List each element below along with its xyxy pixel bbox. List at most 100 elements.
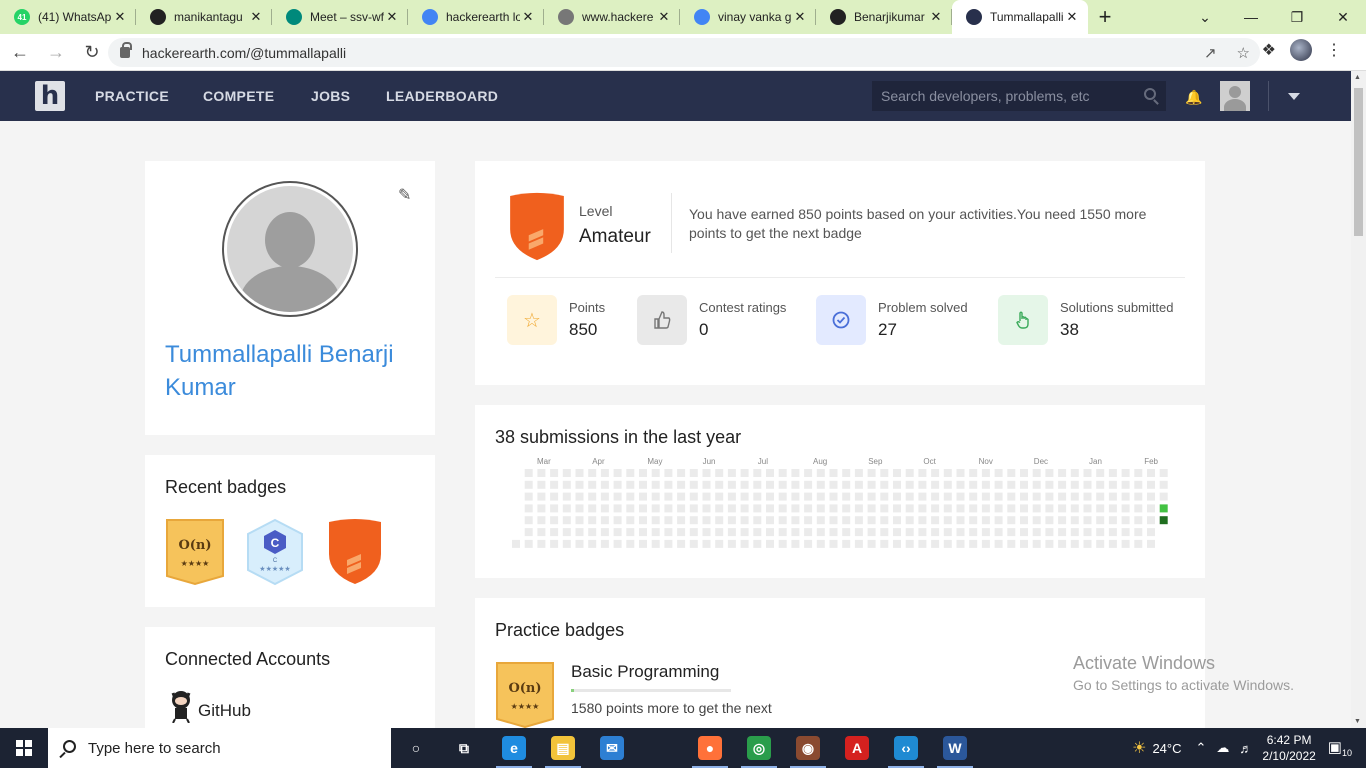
heatmap-cell[interactable] bbox=[715, 539, 724, 548]
heatmap-cell[interactable] bbox=[1020, 539, 1028, 548]
browser-tab[interactable]: Tummallapalli ✕ bbox=[952, 0, 1088, 34]
weather-icon[interactable]: ☀ bbox=[1132, 738, 1146, 758]
heatmap-cell[interactable] bbox=[1096, 539, 1105, 548]
heatmap-cell[interactable] bbox=[702, 528, 711, 537]
heatmap-cell[interactable] bbox=[702, 469, 711, 477]
heatmap-cell[interactable] bbox=[753, 504, 762, 513]
heatmap-cell[interactable] bbox=[943, 528, 952, 537]
heatmap-cell[interactable] bbox=[550, 516, 559, 525]
profile-avatar[interactable] bbox=[1290, 39, 1312, 61]
heatmap-cell[interactable] bbox=[1121, 539, 1130, 548]
heatmap-cell[interactable] bbox=[651, 469, 660, 477]
network-icon[interactable]: ☁ bbox=[1216, 740, 1229, 756]
heatmap-cell[interactable] bbox=[562, 480, 571, 489]
weather-temp[interactable]: 24°C bbox=[1152, 741, 1181, 756]
heatmap-cell[interactable] bbox=[893, 528, 901, 537]
heatmap-cell[interactable] bbox=[1032, 539, 1041, 548]
heatmap-cell[interactable] bbox=[600, 469, 609, 477]
heatmap-cell[interactable] bbox=[1147, 492, 1155, 501]
heatmap-cell[interactable] bbox=[994, 528, 1003, 537]
heatmap-cell[interactable] bbox=[702, 492, 711, 501]
heatmap-cell[interactable] bbox=[1032, 528, 1041, 537]
heatmap-cell[interactable] bbox=[804, 516, 813, 525]
heatmap-cell[interactable] bbox=[613, 504, 622, 513]
heatmap-cell[interactable] bbox=[1045, 504, 1054, 513]
heatmap-cell[interactable] bbox=[854, 528, 863, 537]
browser-tab[interactable]: manikantagu ✕ bbox=[136, 0, 272, 34]
maximize-button[interactable]: ❐ bbox=[1274, 0, 1320, 34]
heatmap-cell[interactable] bbox=[981, 504, 990, 513]
heatmap-cell[interactable] bbox=[867, 504, 876, 513]
heatmap-cell[interactable] bbox=[626, 516, 635, 525]
heatmap-cell[interactable] bbox=[1083, 492, 1092, 501]
heatmap-cell[interactable] bbox=[1070, 504, 1079, 513]
heatmap-cell[interactable] bbox=[905, 516, 914, 525]
heatmap-cell[interactable] bbox=[562, 528, 571, 537]
heatmap-cell[interactable] bbox=[893, 492, 901, 501]
heatmap-cell[interactable] bbox=[1134, 504, 1143, 513]
heatmap-cell[interactable] bbox=[664, 492, 673, 501]
heatmap-cell[interactable] bbox=[524, 528, 533, 537]
tab-close-icon[interactable]: ✕ bbox=[792, 9, 808, 25]
edge-icon[interactable]: e bbox=[496, 736, 532, 768]
search-icon[interactable] bbox=[1144, 88, 1156, 100]
heatmap-cell[interactable] bbox=[1147, 504, 1155, 513]
profile-name[interactable]: Tummallapalli Benarji Kumar bbox=[165, 338, 425, 404]
heatmap-cell[interactable] bbox=[1058, 528, 1067, 537]
scroll-down-arrow-icon[interactable]: ▼ bbox=[1354, 718, 1361, 725]
heatmap-cell[interactable] bbox=[1058, 469, 1067, 477]
heatmap-cell[interactable] bbox=[943, 516, 952, 525]
heatmap-cell[interactable] bbox=[664, 516, 673, 525]
browser-tab[interactable]: Meet – ssv-wf ✕ bbox=[272, 0, 408, 34]
heatmap-cell[interactable] bbox=[1108, 539, 1117, 548]
heatmap-cell[interactable] bbox=[956, 528, 965, 537]
heatmap-cell[interactable] bbox=[740, 480, 749, 489]
heatmap-cell[interactable] bbox=[829, 480, 838, 489]
heatmap-cell[interactable] bbox=[626, 539, 635, 548]
heatmap-cell[interactable] bbox=[1083, 539, 1092, 548]
heatmap-cell[interactable] bbox=[994, 480, 1003, 489]
heatmap-cell[interactable] bbox=[1121, 480, 1130, 489]
heatmap-cell[interactable] bbox=[804, 492, 813, 501]
tab-close-icon[interactable]: ✕ bbox=[656, 9, 672, 25]
heatmap-cell[interactable] bbox=[689, 492, 698, 501]
heatmap-cell[interactable] bbox=[816, 480, 825, 489]
heatmap-cell[interactable] bbox=[562, 504, 571, 513]
practice-badge-name[interactable]: Basic Programming bbox=[571, 662, 719, 682]
heatmap-cell[interactable] bbox=[600, 480, 609, 489]
heatmap-cell[interactable] bbox=[880, 469, 889, 477]
heatmap-cell[interactable] bbox=[1083, 528, 1092, 537]
heatmap-cell[interactable] bbox=[562, 516, 571, 525]
close-window-button[interactable]: ✕ bbox=[1320, 0, 1366, 34]
heatmap-cell[interactable] bbox=[829, 516, 838, 525]
heatmap-cell[interactable] bbox=[664, 504, 673, 513]
heatmap-cell[interactable] bbox=[600, 516, 609, 525]
heatmap-cell[interactable] bbox=[1020, 469, 1028, 477]
heatmap-cell[interactable] bbox=[550, 480, 559, 489]
heatmap-cell[interactable] bbox=[1121, 469, 1130, 477]
circle-icon[interactable]: ○ bbox=[404, 736, 428, 760]
heatmap-cell[interactable] bbox=[1108, 492, 1117, 501]
heatmap-cell[interactable] bbox=[1134, 469, 1143, 477]
heatmap-cell[interactable] bbox=[575, 504, 584, 513]
nav-compete[interactable]: COMPETE bbox=[203, 88, 274, 104]
heatmap-cell[interactable] bbox=[880, 528, 889, 537]
reload-button[interactable]: ↻ bbox=[76, 36, 108, 68]
heatmap-cell[interactable] bbox=[740, 528, 749, 537]
heatmap-cell[interactable] bbox=[867, 480, 876, 489]
heatmap-cell[interactable] bbox=[854, 480, 863, 489]
heatmap-cell[interactable] bbox=[600, 492, 609, 501]
heatmap-cell[interactable] bbox=[880, 516, 889, 525]
chevron-down-icon[interactable] bbox=[1288, 93, 1300, 100]
heatmap-cell[interactable] bbox=[626, 492, 635, 501]
lock-icon[interactable] bbox=[120, 42, 132, 58]
heatmap-cell[interactable] bbox=[1020, 528, 1028, 537]
heatmap-cell[interactable] bbox=[994, 504, 1003, 513]
heatmap-cell[interactable] bbox=[829, 492, 838, 501]
heatmap-cell[interactable] bbox=[1032, 469, 1041, 477]
heatmap-cell[interactable] bbox=[524, 492, 533, 501]
heatmap-cell[interactable] bbox=[524, 469, 533, 477]
heatmap-cell[interactable] bbox=[727, 516, 736, 525]
heatmap-cell[interactable] bbox=[956, 469, 965, 477]
heatmap-cell[interactable] bbox=[867, 528, 876, 537]
